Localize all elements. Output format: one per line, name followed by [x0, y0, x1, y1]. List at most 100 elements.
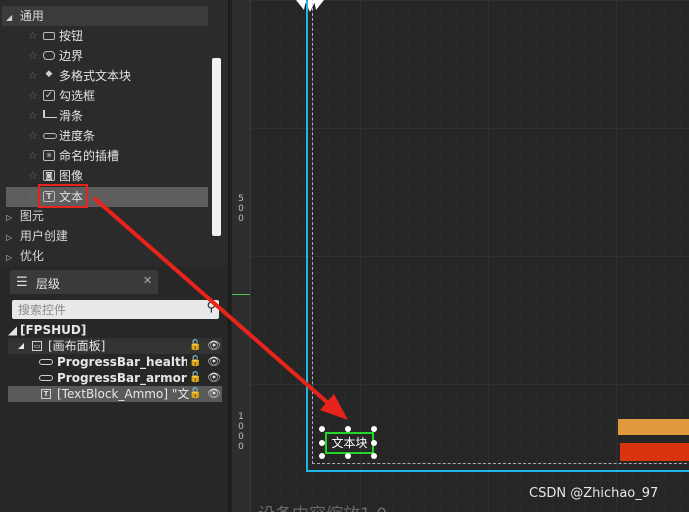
eye-icon[interactable]: 👁	[207, 386, 221, 402]
progressbar-armor-widget[interactable]	[620, 443, 689, 461]
highlight-box	[38, 184, 88, 208]
hierarchy-row-label: [TextBlock_Ammo] "文本	[57, 387, 189, 401]
resize-handle[interactable]	[345, 453, 351, 459]
collapsed-triangle-icon: ▷	[6, 253, 13, 262]
canvas-panel-frame	[306, 0, 689, 472]
tab-hierarchy[interactable]: ☰ 层级 ✕	[10, 270, 158, 294]
resize-handle[interactable]	[371, 440, 377, 446]
progressbar-health-widget[interactable]	[618, 419, 689, 435]
palette-item-label: 按钮	[59, 29, 84, 43]
resize-handle[interactable]	[345, 426, 351, 432]
palette-item-text[interactable]: ☆ T 文本	[6, 187, 208, 207]
vertical-ruler: 500 1000	[232, 0, 251, 512]
rich-text-icon: ◆	[45, 69, 53, 79]
palette-item-label: 滑条	[59, 109, 84, 123]
lock-icon[interactable]: 🔓	[189, 386, 201, 402]
palette-item-button[interactable]: ☆ 按钮	[6, 26, 208, 46]
hierarchy-search[interactable]: ⚲	[12, 300, 219, 319]
progress-bar-icon	[43, 133, 57, 139]
hierarchy-row-progressbar-health[interactable]: ProgressBar_health 🔓 👁	[8, 354, 222, 370]
tree-toggle-icon[interactable]: ◢	[8, 322, 17, 338]
progress-bar-icon	[39, 375, 53, 381]
favorite-star-icon[interactable]: ☆	[28, 146, 38, 166]
palette-item-named-slot[interactable]: ☆ ✳ 命名的插槽	[6, 146, 208, 166]
resize-handle[interactable]	[319, 440, 325, 446]
palette-item-label: 进度条	[59, 129, 96, 143]
resize-handle[interactable]	[371, 453, 377, 459]
category-primitives[interactable]: ▷ 图元	[2, 206, 208, 226]
eye-icon[interactable]: 👁	[207, 354, 221, 370]
palette-item-label: 命名的插槽	[59, 149, 120, 163]
progress-bar-icon	[39, 359, 53, 365]
palette-item-border[interactable]: ☆ 边界	[6, 46, 208, 66]
search-icon[interactable]: ⚲	[206, 300, 216, 315]
expanded-triangle-icon: ◢	[6, 13, 13, 22]
lock-icon[interactable]: 🔓	[189, 370, 201, 386]
favorite-star-icon[interactable]: ☆	[28, 46, 38, 66]
palette-item-rich-text[interactable]: ☆ ◆ 多格式文本块	[6, 66, 208, 86]
favorite-star-icon[interactable]: ☆	[28, 187, 38, 207]
watermark-text: CSDN @Zhichao_97	[529, 486, 659, 501]
category-common-label: 通用	[19, 9, 44, 23]
hierarchy-row-label: ProgressBar_armor	[57, 371, 187, 385]
category-optimization[interactable]: ▷ 优化	[2, 246, 208, 266]
ruler-cursor-marker	[232, 294, 250, 295]
favorite-star-icon[interactable]: ☆	[28, 106, 38, 126]
ruler-label-1000: 1000	[238, 412, 244, 452]
palette-scrollbar[interactable]	[212, 58, 221, 236]
hierarchy-icon: ☰	[16, 275, 28, 290]
hierarchy-row-label: ProgressBar_health	[57, 355, 187, 369]
tab-hierarchy-label: 层级	[36, 277, 61, 291]
hierarchy-row-progressbar-armor[interactable]: ProgressBar_armor 🔓 👁	[8, 370, 222, 386]
lock-icon[interactable]: 🔓	[189, 338, 201, 354]
category-label: 优化	[19, 249, 44, 263]
palette-item-label: 图像	[59, 169, 84, 183]
resize-handle[interactable]	[371, 426, 377, 432]
favorite-star-icon[interactable]: ☆	[28, 26, 38, 46]
dpi-scale-label: 设备内容缩放1.0	[258, 500, 387, 512]
resize-handle[interactable]	[319, 426, 325, 432]
checkbox-icon: ✓	[43, 90, 55, 101]
eye-icon[interactable]: 👁	[207, 370, 221, 386]
palette-item-progress-bar[interactable]: ☆ 进度条	[6, 126, 208, 146]
text-icon: T	[41, 389, 51, 399]
designer-canvas[interactable]: 500 1000 文本块 设备内容缩放1.0	[232, 0, 689, 512]
favorite-star-icon[interactable]: ☆	[28, 66, 38, 86]
collapsed-triangle-icon: ▷	[6, 213, 13, 222]
palette-item-label: 勾选框	[59, 89, 96, 103]
palette-item-checkbox[interactable]: ☆ ✓ 勾选框	[6, 86, 208, 106]
favorite-star-icon[interactable]: ☆	[28, 86, 38, 106]
named-slot-icon: ✳	[43, 150, 55, 161]
button-icon	[43, 32, 55, 40]
hierarchy-row-root[interactable]: ◢ [FPSHUD]	[8, 322, 222, 338]
palette-item-slider[interactable]: ☆ 滑条	[6, 106, 208, 126]
palette-item-label: 多格式文本块	[59, 69, 132, 83]
border-icon	[43, 51, 55, 60]
ruler-label-500: 500	[238, 194, 244, 224]
lock-icon[interactable]: 🔓	[189, 354, 201, 370]
hierarchy-row-textblock-ammo[interactable]: T [TextBlock_Ammo] "文本 🔓 👁	[8, 386, 222, 402]
palette-panel: ◢ 通用 ☆ 按钮 ☆ 边界 ☆ ◆ 多格式文本块 ☆ ✓ 勾选框 ☆ 滑条 ☆…	[0, 0, 229, 266]
collapsed-triangle-icon: ▷	[6, 233, 13, 242]
textblock-ammo-widget[interactable]: 文本块	[325, 432, 374, 454]
palette-item-image[interactable]: ☆ ◙ 图像	[6, 166, 208, 186]
slider-icon	[43, 110, 57, 118]
image-icon: ◙	[43, 170, 55, 181]
category-label: 用户创建	[19, 229, 68, 243]
canvas-panel-icon: ▭	[32, 341, 42, 351]
eye-icon[interactable]: 👁	[207, 338, 221, 354]
hierarchy-row-label: [FPSHUD]	[20, 323, 87, 337]
close-icon[interactable]: ✕	[143, 274, 152, 287]
search-input[interactable]	[16, 301, 200, 319]
hierarchy-panel: ☰ 层级 ✕ ⚲ ◢ [FPSHUD] ◢ ▭ [画布面板] 🔓 👁 Progr…	[0, 266, 229, 512]
resize-handle[interactable]	[319, 453, 325, 459]
category-user-created[interactable]: ▷ 用户创建	[2, 226, 208, 246]
palette-item-label: 边界	[59, 49, 84, 63]
favorite-star-icon[interactable]: ☆	[28, 126, 38, 146]
tree-toggle-icon[interactable]: ◢	[18, 338, 24, 354]
category-label: 图元	[19, 209, 44, 223]
category-common[interactable]: ◢ 通用	[2, 6, 208, 26]
hierarchy-row-canvas-panel[interactable]: ◢ ▭ [画布面板] 🔓 👁	[8, 338, 222, 354]
hierarchy-row-label: [画布面板]	[48, 339, 106, 353]
favorite-star-icon[interactable]: ☆	[28, 166, 38, 186]
